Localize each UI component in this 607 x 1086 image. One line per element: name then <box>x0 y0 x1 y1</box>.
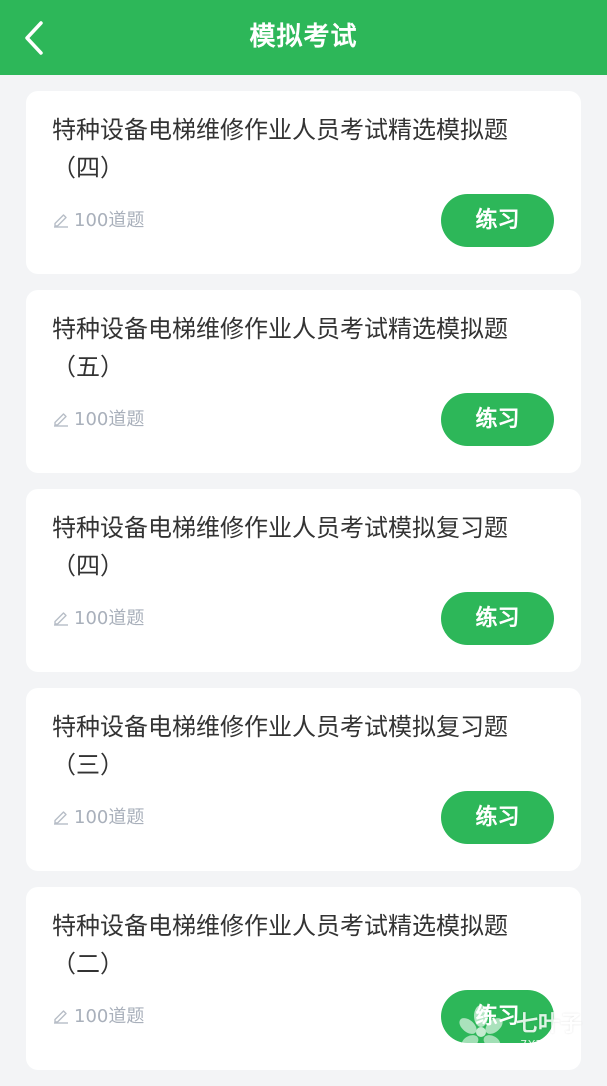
exam-title: 特种设备电梯维修作业人员考试模拟复习题（四） <box>52 514 508 580</box>
question-count: 100道题 <box>52 804 144 828</box>
pencil-icon <box>54 612 68 626</box>
exam-card: 特种设备电梯维修作业人员考试精选模拟题（四） 100道题 练习 <box>26 91 581 274</box>
watermark-text: 七叶子 <box>516 1011 583 1037</box>
watermark-domain: 7YZ.COM <box>520 1037 578 1051</box>
leaf-logo-icon <box>459 1005 503 1049</box>
pencil-icon <box>54 214 68 228</box>
watermark: 七叶子 7YZ.COM <box>452 996 602 1066</box>
exam-card: 特种设备电梯维修作业人员考试模拟复习题（三） 100道题 练习 <box>26 688 581 871</box>
question-count-text: 100道题 <box>74 409 145 430</box>
exam-title: 特种设备电梯维修作业人员考试精选模拟题（五） <box>52 315 508 381</box>
practice-button[interactable]: 练习 <box>441 194 554 247</box>
pencil-icon <box>54 811 68 825</box>
pencil-icon <box>54 1010 68 1024</box>
question-count: 100道题 <box>52 207 144 231</box>
practice-button[interactable]: 练习 <box>441 791 554 844</box>
pencil-icon <box>54 413 68 427</box>
question-count-text: 100道题 <box>74 608 145 629</box>
exam-card: 特种设备电梯维修作业人员考试精选模拟题（五） 100道题 练习 <box>26 290 581 473</box>
exam-list: 特种设备电梯维修作业人员考试精选模拟题（四） 100道题 练习 特种设备电梯维修… <box>26 91 581 1086</box>
practice-button[interactable]: 练习 <box>441 393 554 446</box>
exam-title: 特种设备电梯维修作业人员考试精选模拟题（四） <box>52 116 508 182</box>
question-count-text: 100道题 <box>74 1006 145 1027</box>
exam-title: 特种设备电梯维修作业人员考试模拟复习题（三） <box>52 713 508 779</box>
question-count-text: 100道题 <box>74 807 145 828</box>
exam-card: 特种设备电梯维修作业人员考试模拟复习题（四） 100道题 练习 <box>26 489 581 672</box>
page-title: 模拟考试 <box>249 22 358 52</box>
question-count: 100道题 <box>52 406 144 430</box>
practice-button[interactable]: 练习 <box>441 592 554 645</box>
exam-title: 特种设备电梯维修作业人员考试精选模拟题（二） <box>52 912 508 978</box>
question-count: 100道题 <box>52 1003 144 1027</box>
question-count-text: 100道题 <box>74 210 145 231</box>
app-header: 模拟考试 <box>0 0 607 75</box>
question-count: 100道题 <box>52 605 144 629</box>
